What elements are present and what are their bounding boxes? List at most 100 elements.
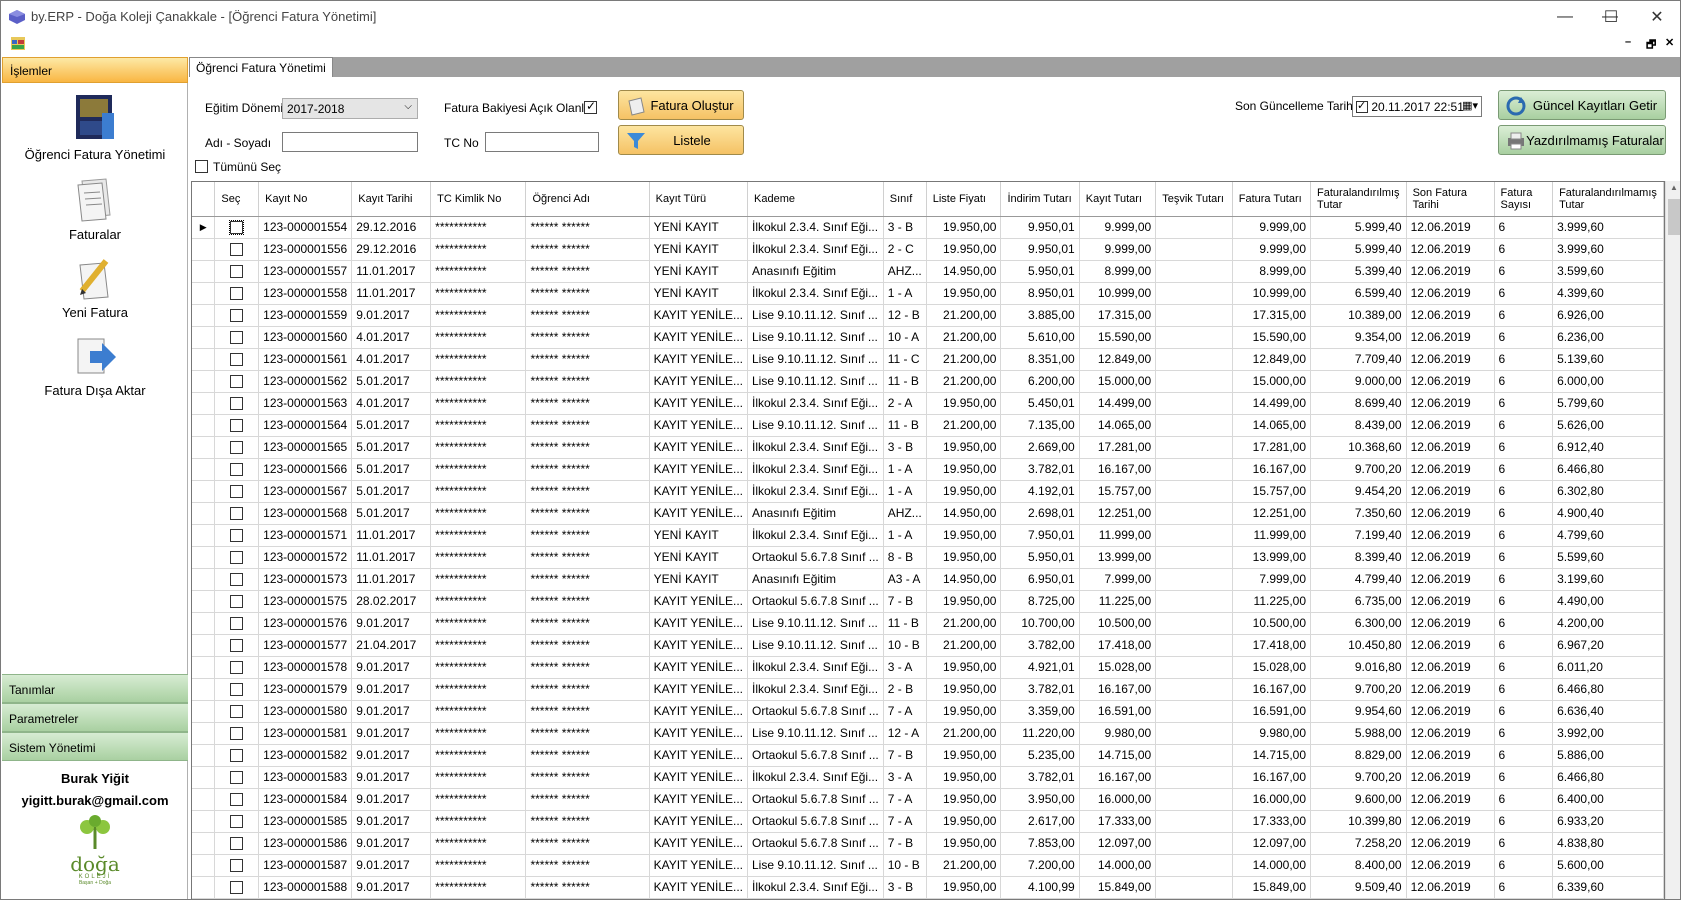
grid-cell[interactable] bbox=[1155, 238, 1233, 261]
grid-cell[interactable]: 7.709,40 bbox=[1310, 348, 1407, 371]
grid-cell[interactable]: 9.01.2017 bbox=[351, 832, 432, 855]
nav-group-parametreler[interactable]: Parametreler bbox=[2, 703, 188, 732]
grid-cell[interactable]: 4.01.2017 bbox=[351, 326, 432, 349]
grid-cell[interactable]: KAYIT YENİLE... bbox=[649, 304, 749, 327]
grid-cell[interactable]: 5.626,00 bbox=[1552, 414, 1664, 437]
grid-cell[interactable]: 7 - A bbox=[883, 700, 927, 723]
row-select-checkbox[interactable] bbox=[230, 375, 244, 389]
grid-cell[interactable]: 1 - A bbox=[883, 458, 927, 481]
grid-cell[interactable]: 11.01.2017 bbox=[351, 282, 432, 305]
grid-cell[interactable]: KAYIT YENİLE... bbox=[649, 370, 749, 393]
grid-cell[interactable]: 12.06.2019 bbox=[1406, 524, 1495, 547]
grid-cell[interactable]: ****** ****** bbox=[525, 678, 650, 701]
row-header[interactable] bbox=[192, 722, 216, 745]
grid-cell[interactable]: KAYIT YENİLE... bbox=[649, 810, 749, 833]
grid-cell[interactable]: 7 - B bbox=[883, 832, 927, 855]
grid-cell[interactable]: 19.950,00 bbox=[926, 392, 1002, 415]
grid-cell[interactable]: 10.399,80 bbox=[1310, 810, 1407, 833]
fetch-current-records-button[interactable]: Güncel Kayıtları Getir bbox=[1498, 90, 1666, 120]
grid-cell[interactable]: 6 bbox=[1494, 810, 1554, 833]
grid-cell[interactable]: 6 bbox=[1494, 304, 1554, 327]
grid-cell[interactable]: KAYIT YENİLE... bbox=[649, 414, 749, 437]
list-button[interactable]: Listele bbox=[618, 125, 744, 155]
row-select-checkbox[interactable] bbox=[230, 419, 244, 433]
column-header[interactable]: Faturalandırılmış Tutar bbox=[1310, 182, 1407, 217]
grid-cell[interactable]: 14.065,00 bbox=[1232, 414, 1312, 437]
grid-cell[interactable]: 21.200,00 bbox=[926, 370, 1002, 393]
column-header[interactable]: Seç bbox=[214, 182, 260, 217]
grid-cell[interactable]: 9.000,00 bbox=[1310, 370, 1407, 393]
grid-cell[interactable]: 14.950,00 bbox=[926, 502, 1002, 525]
grid-cell[interactable]: 6.466,80 bbox=[1552, 766, 1664, 789]
grid-cell[interactable]: 3 - A bbox=[883, 766, 927, 789]
row-header[interactable] bbox=[192, 568, 216, 591]
grid-cell[interactable]: 12.06.2019 bbox=[1406, 370, 1495, 393]
grid-cell[interactable]: 16.167,00 bbox=[1232, 678, 1312, 701]
row-header[interactable] bbox=[192, 260, 216, 283]
grid-cell[interactable]: 9.01.2017 bbox=[351, 656, 432, 679]
grid-cell[interactable]: 2 - C bbox=[883, 238, 927, 261]
grid-cell[interactable] bbox=[1155, 744, 1233, 767]
grid-cell[interactable]: *********** bbox=[430, 832, 527, 855]
grid-cell[interactable]: *********** bbox=[430, 348, 527, 371]
grid-cell[interactable]: 12.06.2019 bbox=[1406, 568, 1495, 591]
grid-cell[interactable]: 5.799,60 bbox=[1552, 392, 1664, 415]
row-select-checkbox[interactable] bbox=[230, 661, 244, 675]
grid-cell[interactable]: 9.01.2017 bbox=[351, 854, 432, 877]
column-header[interactable]: TC Kimlik No bbox=[430, 182, 527, 217]
grid-cell[interactable]: 21.200,00 bbox=[926, 326, 1002, 349]
table-row[interactable]: 123-000001573 11.01.2017 *********** ******… bbox=[192, 568, 1664, 591]
grid-cell[interactable]: 9.01.2017 bbox=[351, 678, 432, 701]
grid-cell[interactable]: 9.954,60 bbox=[1310, 700, 1407, 723]
grid-cell[interactable]: 9.999,00 bbox=[1079, 216, 1157, 239]
grid-cell[interactable]: 29.12.2016 bbox=[351, 238, 432, 261]
grid-cell[interactable]: 3.999,60 bbox=[1552, 216, 1664, 239]
grid-cell[interactable] bbox=[1155, 260, 1233, 283]
grid-cell[interactable]: 6.400,00 bbox=[1552, 788, 1664, 811]
column-header[interactable]: Kademe bbox=[747, 182, 884, 217]
row-header[interactable] bbox=[192, 854, 216, 877]
unprinted-invoices-button[interactable]: Yazdırılmamış Faturalar bbox=[1498, 125, 1666, 155]
grid-cell[interactable]: 11.999,00 bbox=[1232, 524, 1312, 547]
grid-cell[interactable]: 123-000001572 bbox=[258, 546, 353, 569]
grid-cell[interactable]: 4.200,00 bbox=[1552, 612, 1664, 635]
grid-cell[interactable]: 6 bbox=[1494, 216, 1554, 239]
grid-cell[interactable]: 19.950,00 bbox=[926, 876, 1002, 899]
grid-cell[interactable] bbox=[1155, 766, 1233, 789]
grid-cell[interactable]: 12.06.2019 bbox=[1406, 326, 1495, 349]
grid-cell[interactable] bbox=[1155, 480, 1233, 503]
grid-cell[interactable]: 5.235,00 bbox=[1000, 744, 1080, 767]
grid-cell[interactable]: 29.12.2016 bbox=[351, 216, 432, 239]
grid-cell[interactable]: 4.490,00 bbox=[1552, 590, 1664, 613]
grid-cell[interactable]: 4.01.2017 bbox=[351, 392, 432, 415]
grid-cell[interactable]: 6 bbox=[1494, 524, 1554, 547]
grid-cell[interactable]: 6 bbox=[1494, 590, 1554, 613]
grid-cell[interactable]: 21.200,00 bbox=[926, 634, 1002, 657]
row-header[interactable] bbox=[192, 612, 216, 635]
grid-cell[interactable]: Lise 9.10.11.12. Sınıf ... bbox=[747, 634, 884, 657]
row-select-checkbox[interactable] bbox=[230, 705, 244, 719]
grid-cell[interactable]: 11.225,00 bbox=[1232, 590, 1312, 613]
grid-cell[interactable]: 12.06.2019 bbox=[1406, 304, 1495, 327]
grid-cell[interactable]: 8.351,00 bbox=[1000, 348, 1080, 371]
grid-cell[interactable]: 9.01.2017 bbox=[351, 810, 432, 833]
grid-cell[interactable] bbox=[1155, 436, 1233, 459]
grid-cell[interactable]: 13.999,00 bbox=[1232, 546, 1312, 569]
grid-cell[interactable]: 12 - A bbox=[883, 722, 927, 745]
grid-cell[interactable]: 6.466,80 bbox=[1552, 678, 1664, 701]
row-select-checkbox[interactable] bbox=[230, 881, 244, 895]
row-header[interactable] bbox=[192, 480, 216, 503]
grid-cell[interactable]: ****** ****** bbox=[525, 590, 650, 613]
current-row-indicator-icon[interactable]: ▶ bbox=[192, 216, 216, 239]
grid-cell[interactable]: 19.950,00 bbox=[926, 832, 1002, 855]
grid-cell[interactable]: 12.097,00 bbox=[1079, 832, 1157, 855]
grid-cell[interactable]: 123-000001567 bbox=[258, 480, 353, 503]
row-select-checkbox[interactable] bbox=[229, 220, 245, 236]
grid-cell[interactable]: Lise 9.10.11.12. Sınıf ... bbox=[747, 414, 884, 437]
grid-cell[interactable]: 123-000001582 bbox=[258, 744, 353, 767]
row-header[interactable] bbox=[192, 634, 216, 657]
grid-cell[interactable]: 11 - C bbox=[883, 348, 927, 371]
grid-cell[interactable]: 14.000,00 bbox=[1232, 854, 1312, 877]
grid-cell[interactable]: 10.500,00 bbox=[1079, 612, 1157, 635]
grid-cell[interactable]: 7.999,00 bbox=[1232, 568, 1312, 591]
